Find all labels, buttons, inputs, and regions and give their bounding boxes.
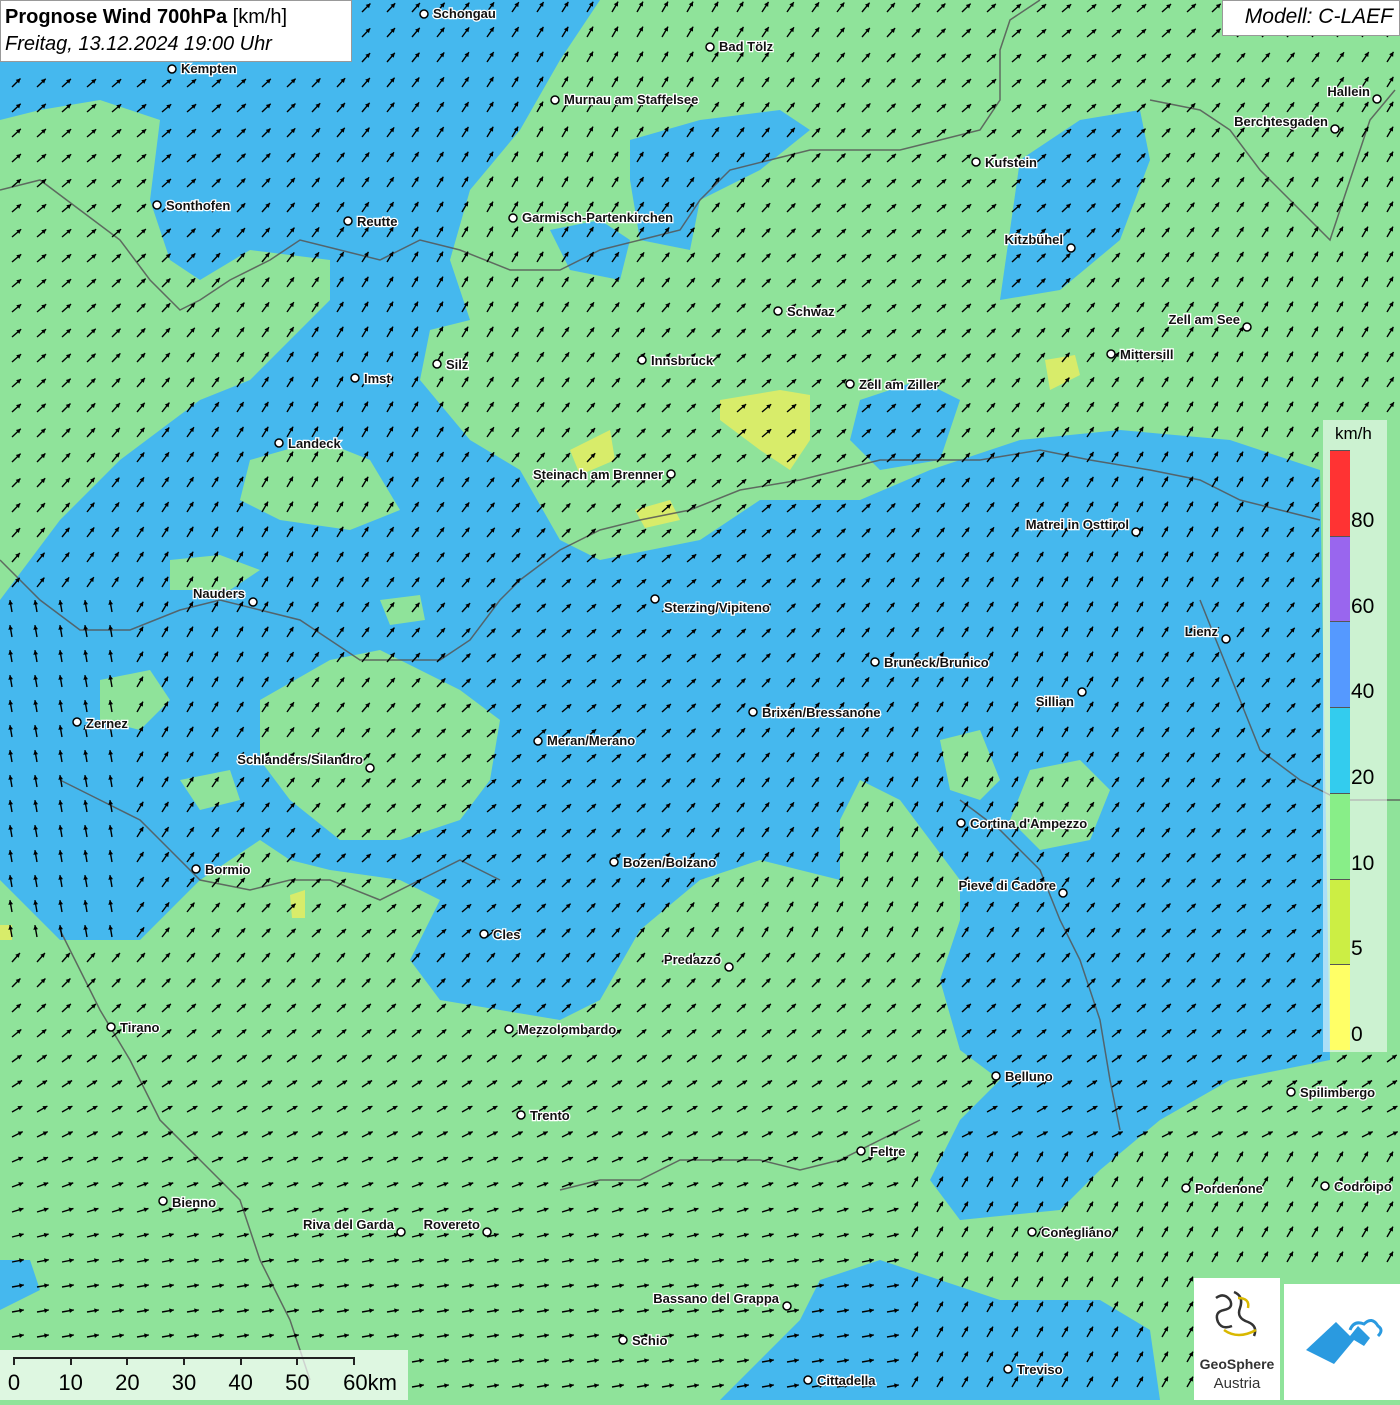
wind-map[interactable]: SchongauBad TölzKemptenMurnau am Staffel… — [0, 0, 1400, 1400]
